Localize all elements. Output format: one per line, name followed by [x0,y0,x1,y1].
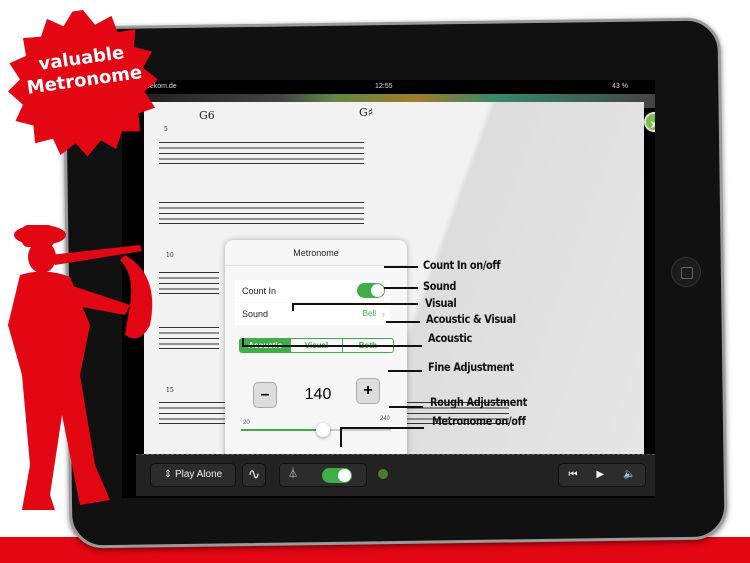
annotation-count-in: Count In on/off [423,258,501,272]
annotation-line [389,406,423,408]
annotation-fine: Fine Adjustment [428,360,514,374]
tempo-value: 140 [304,386,332,403]
annotation-line [384,266,418,268]
annotation-visual: Visual [425,296,457,310]
increment-tempo-button[interactable]: + [356,378,380,404]
annotation-line [292,303,294,311]
slider-min-label: 20 [243,420,250,426]
slider-thumb[interactable] [315,423,330,437]
chevron-right-icon: › [382,309,385,319]
play-mode-label: Play Alone [174,469,223,480]
metronome-popover: Metronome Count In Sound Bell › Acoustic… [225,240,407,477]
annotation-both: Acoustic & Visual [426,312,516,326]
volume-icon[interactable]: 🔈 [623,464,635,486]
play-icon[interactable]: ▶ [596,464,604,486]
metronome-toggle[interactable] [322,468,352,483]
staff-treble [159,142,364,164]
slider-max-label: 240 [380,416,391,422]
rewind-icon[interactable]: ⏮ [568,464,577,486]
annotation-line [340,427,342,447]
annotation-acoustic: Acoustic [428,331,472,345]
transport-controls: ⏮ ▶ 🔈 [558,463,646,487]
annotation-sound: Sound [423,279,456,293]
chord-label: G♯ [359,106,374,119]
annotation-line [340,427,424,429]
annotation-line [292,303,418,305]
beat-indicator-led [378,469,388,479]
annotation-line [388,370,422,372]
metronome-icon[interactable]: ⏃ [288,469,298,480]
wave-icon[interactable]: ∿ [242,463,266,487]
sound-label: Sound [242,309,269,319]
battery: 43 % [612,83,628,90]
app-screen: ...ekom.de 12:55 43 % G6 G♯ 5 10 15 x Me… [122,80,655,498]
annotation-line [384,287,418,289]
metronome-control: ⏃ [279,463,367,487]
slider-fill [241,429,323,431]
annotation-line [242,338,244,346]
annotation-line [242,345,422,347]
decrement-tempo-button[interactable]: – [253,382,277,408]
tempo-slider[interactable] [241,423,391,437]
bottom-toolbar: ⇕ Play Alone ∿ ⏃ ⏮ ▶ 🔈 [136,454,655,496]
sheet-music[interactable]: G6 G♯ 5 10 15 x Metronome Count In Sound… [144,102,655,477]
count-in-row: Count In [235,280,390,302]
home-button[interactable] [671,257,701,287]
count-in-toggle[interactable] [357,283,385,298]
saxophonist-silhouette [8,225,153,510]
sound-value: Bell [362,309,376,318]
measure-number: 5 [164,126,168,133]
chord-label: G6 [199,109,215,122]
count-in-label: Count In [242,286,277,296]
status-bar: ...ekom.de 12:55 43 % [122,80,655,94]
clock: 12:55 [375,83,393,90]
annotation-rough: Rough Adjustment [430,395,527,409]
staff-bass [159,202,364,224]
popover-title: Metronome [225,240,407,266]
sound-row[interactable]: Sound Bell › [235,303,390,325]
annotation-metronome-toggle: Metronome on/off [432,414,526,428]
close-button[interactable]: x [644,112,655,132]
annotation-line [386,321,420,323]
